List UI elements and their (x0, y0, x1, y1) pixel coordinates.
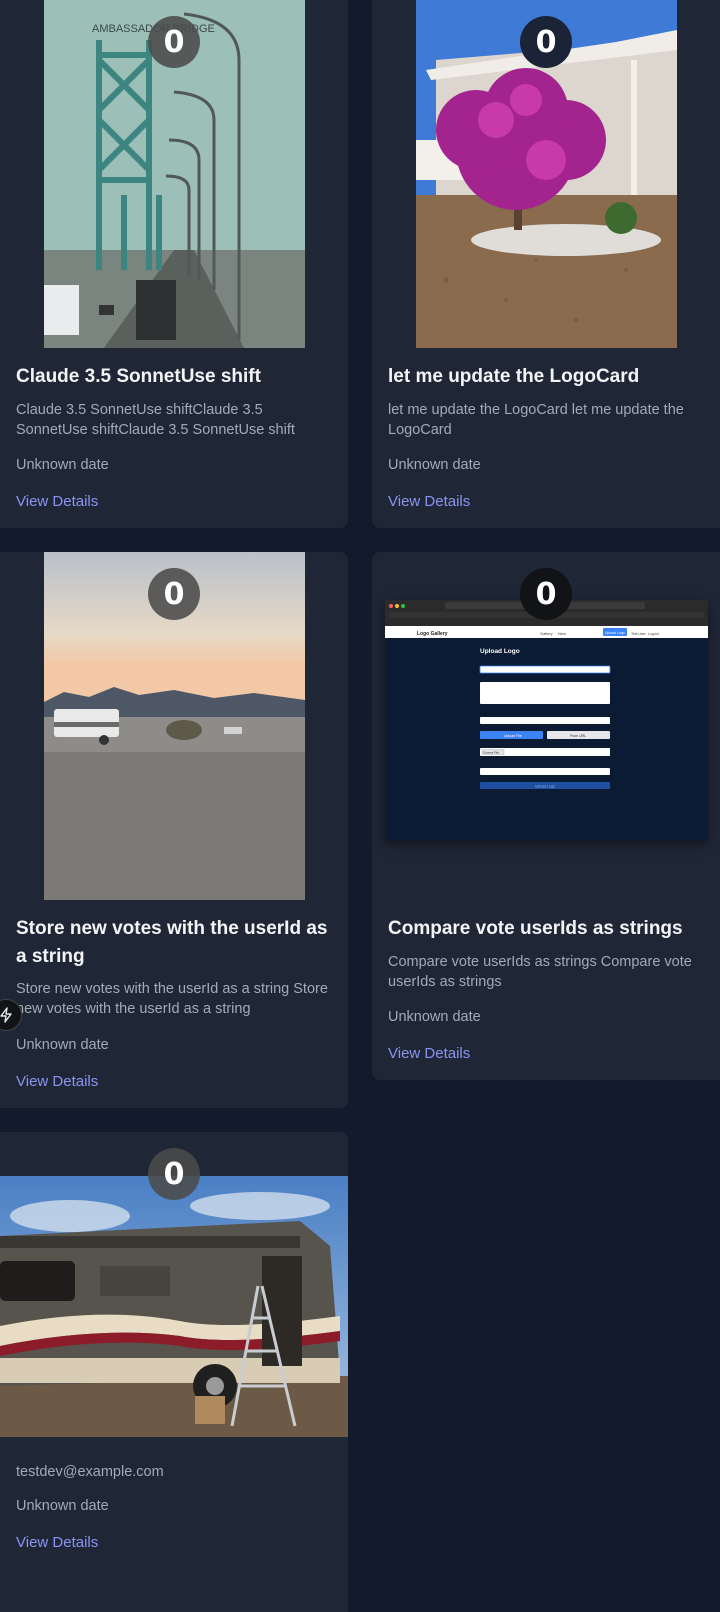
logo-card: Logo Gallery Gallery New Upload Logo Tes… (372, 552, 720, 1080)
view-details-link[interactable]: View Details (388, 1045, 470, 1062)
choose-file-button: Choose File (483, 751, 499, 755)
form-title: Upload Logo (480, 648, 520, 655)
upload-file-tab: Upload File (504, 734, 522, 738)
vote-count[interactable]: 0 (148, 16, 200, 68)
app-name: Logo Gallery (417, 631, 448, 637)
card-title: Store new votes with the userId as a str… (16, 918, 328, 967)
logout-link: Logout (648, 632, 659, 636)
card-date: Unknown date (16, 1037, 109, 1053)
card-description: let me update the LogoCard let me update… (388, 402, 684, 438)
vote-count[interactable]: 0 (520, 16, 572, 68)
vote-count[interactable]: 0 (148, 568, 200, 620)
card-title: let me update the LogoCard (388, 366, 640, 387)
logo-card: 0 Store new votes with the userId as a s… (0, 552, 348, 1108)
vote-count[interactable]: 0 (148, 1148, 200, 1200)
card-date: Unknown date (388, 1009, 481, 1025)
from-url-tab: From URL (570, 734, 586, 738)
submit-button: Upload Logo (535, 785, 555, 789)
nav-new: New (558, 631, 566, 636)
card-date: Unknown date (388, 457, 481, 473)
logo-card: AMBASSADOR BRIDGE 0 Claude 3.5 SonnetUse… (0, 0, 348, 528)
view-details-link[interactable]: View Details (16, 1073, 98, 1090)
nav-gallery: Gallery (540, 631, 553, 636)
upload-logo-nav-button: Upload Logo (605, 631, 625, 635)
view-details-link[interactable]: View Details (16, 1534, 98, 1551)
logo-image[interactable]: Logo Gallery Gallery New Upload Logo Tes… (385, 600, 708, 840)
view-details-link[interactable]: View Details (388, 493, 470, 510)
card-description: Claude 3.5 SonnetUse shiftClaude 3.5 Son… (16, 402, 295, 438)
view-details-link[interactable]: View Details (16, 493, 98, 510)
user-name: Test User (631, 632, 647, 636)
card-title: Claude 3.5 SonnetUse shift (16, 366, 261, 387)
card-description: Compare vote userIds as strings Compare … (388, 954, 692, 990)
card-date: Unknown date (16, 1498, 109, 1514)
card-title: Compare vote userIds as strings (388, 918, 683, 939)
card-date: Unknown date (16, 457, 109, 473)
owner-email: testdev@example.com (16, 1464, 164, 1480)
logo-card: 0 let me update the LogoCard let me upda… (372, 0, 720, 528)
logo-card: 0 testdev@example.com Unknown date View … (0, 1132, 348, 1612)
card-description: Store new votes with the userId as a str… (16, 981, 328, 1017)
vote-count[interactable]: 0 (520, 568, 572, 620)
logo-image[interactable] (0, 1176, 348, 1437)
